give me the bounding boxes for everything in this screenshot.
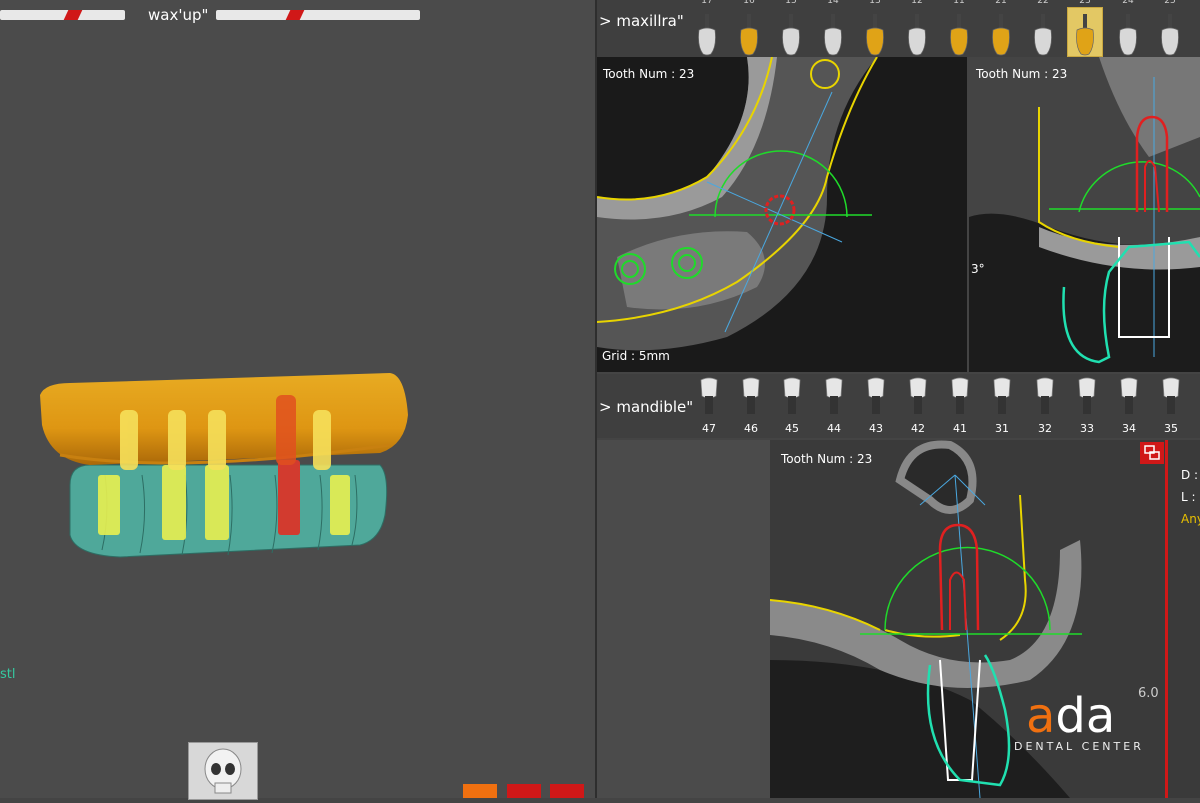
maxilla-tooth-bar: > maxillra" 17 16 15 14 13 12 11 21 22 23 24 25: [597, 0, 1200, 57]
maxilla-tooth-number: 25: [1164, 0, 1176, 6]
right-slider-handle[interactable]: [285, 10, 305, 20]
left-3d-view[interactable]: wax'up" stl: [0, 0, 595, 800]
maxilla-tooth-13[interactable]: [858, 8, 892, 56]
mandible-tooth-number: 32: [1038, 422, 1052, 435]
mandible-tooth-34[interactable]: [1112, 374, 1146, 422]
info-side-panel: D : L : Any: [1165, 440, 1200, 798]
maxilla-tooth-number: 23: [1079, 0, 1091, 6]
maxilla-tooth-24[interactable]: [1111, 8, 1145, 56]
mandible-tooth-33[interactable]: [1070, 374, 1104, 422]
skull-icon: [189, 743, 257, 799]
mandible-tooth-number: 43: [869, 422, 883, 435]
mandible-tooth-number: 45: [785, 422, 799, 435]
expand-icon: [1144, 445, 1160, 460]
mandible-tooth-41[interactable]: [943, 374, 977, 422]
mandible-tooth-number: 41: [953, 422, 967, 435]
maxilla-tooth-number: 13: [869, 0, 881, 6]
mandible-tooth-number: 44: [827, 422, 841, 435]
logo-subtitle: DENTAL CENTER: [1014, 740, 1144, 753]
mandible-tooth-number: 42: [911, 422, 925, 435]
axial-grid-label: Grid : 5mm: [602, 349, 670, 363]
view-red-button-2[interactable]: [550, 784, 584, 798]
mandible-tooth-31[interactable]: [985, 374, 1019, 422]
mandible-tooth-number: 35: [1164, 422, 1178, 435]
mandible-tooth-43[interactable]: [859, 374, 893, 422]
coronal-ct-view[interactable]: Tooth Num : 23 3°: [969, 57, 1200, 372]
mandible-tooth-47[interactable]: [692, 374, 726, 422]
maxilla-tooth-23[interactable]: [1067, 7, 1103, 57]
mandible-tooth-number: 33: [1080, 422, 1094, 435]
maxilla-tooth-number: 22: [1037, 0, 1049, 6]
maxilla-tooth-12[interactable]: [900, 8, 934, 56]
maxilla-tooth-number: 17: [701, 0, 713, 6]
mandible-tooth-44[interactable]: [817, 374, 851, 422]
skull-thumbnail[interactable]: [188, 742, 258, 800]
view-orange-button[interactable]: [463, 784, 497, 798]
mandible-tooth-46[interactable]: [734, 374, 768, 422]
sagittal-ct-view[interactable]: Tooth Num : 23 6.0 ada DENTAL CENTER: [770, 440, 1165, 798]
side-d: D :: [1181, 468, 1199, 482]
maxilla-tooth-number: 21: [995, 0, 1007, 6]
mandible-tooth-bar: > mandible" 47 46 45 44 43 42 41 31 32 33 34 35: [597, 374, 1200, 438]
mandible-tooth-number: 31: [995, 422, 1009, 435]
maxilla-tooth-number: 14: [827, 0, 839, 6]
maxilla-tooth-11[interactable]: [942, 8, 976, 56]
mandible-tooth-number: 46: [744, 422, 758, 435]
mandible-label[interactable]: > mandible": [599, 398, 693, 416]
mandible-tooth-number: 34: [1122, 422, 1136, 435]
maxilla-tooth-number: 11: [953, 0, 965, 6]
sagittal-scale: 6.0: [1138, 686, 1159, 701]
mandible-tooth-42[interactable]: [901, 374, 935, 422]
mandible-tooth-number: 47: [702, 422, 716, 435]
waxup-title: wax'up": [148, 6, 209, 24]
stl-file-label[interactable]: stl: [0, 667, 15, 682]
axial-ct-view[interactable]: Tooth Num : 23 Grid : 5mm: [597, 57, 967, 372]
dental-3d-model[interactable]: [30, 365, 420, 565]
maxilla-tooth-16[interactable]: [732, 8, 766, 56]
maxilla-label[interactable]: > maxillra": [599, 12, 684, 30]
axial-tooth-num: Tooth Num : 23: [603, 67, 695, 81]
coronal-tooth-num: Tooth Num : 23: [976, 67, 1068, 81]
maxilla-tooth-17[interactable]: [690, 8, 724, 56]
maxilla-tooth-number: 15: [785, 0, 797, 6]
view-red-button[interactable]: [507, 784, 541, 798]
maxilla-tooth-number: 24: [1122, 0, 1134, 6]
mandible-tooth-32[interactable]: [1028, 374, 1062, 422]
mandible-tooth-35[interactable]: [1154, 374, 1188, 422]
coronal-angle: 3°: [971, 262, 985, 276]
left-slider-handle[interactable]: [63, 10, 83, 20]
sagittal-tooth-num: Tooth Num : 23: [781, 452, 873, 466]
side-any: Any: [1181, 512, 1200, 526]
expand-button[interactable]: [1140, 442, 1164, 464]
ada-logo: ada: [1026, 688, 1116, 744]
maxilla-tooth-number: 16: [743, 0, 755, 6]
maxilla-tooth-21[interactable]: [984, 8, 1018, 56]
side-l: L :: [1181, 490, 1196, 504]
left-slider[interactable]: [0, 10, 125, 20]
right-slider[interactable]: [216, 10, 420, 20]
mandible-tooth-45[interactable]: [775, 374, 809, 422]
maxilla-tooth-22[interactable]: [1026, 8, 1060, 56]
maxilla-tooth-25[interactable]: [1153, 8, 1187, 56]
maxilla-tooth-14[interactable]: [816, 8, 850, 56]
maxilla-tooth-number: 12: [911, 0, 923, 6]
empty-panel: [597, 440, 770, 798]
maxilla-tooth-15[interactable]: [774, 8, 808, 56]
